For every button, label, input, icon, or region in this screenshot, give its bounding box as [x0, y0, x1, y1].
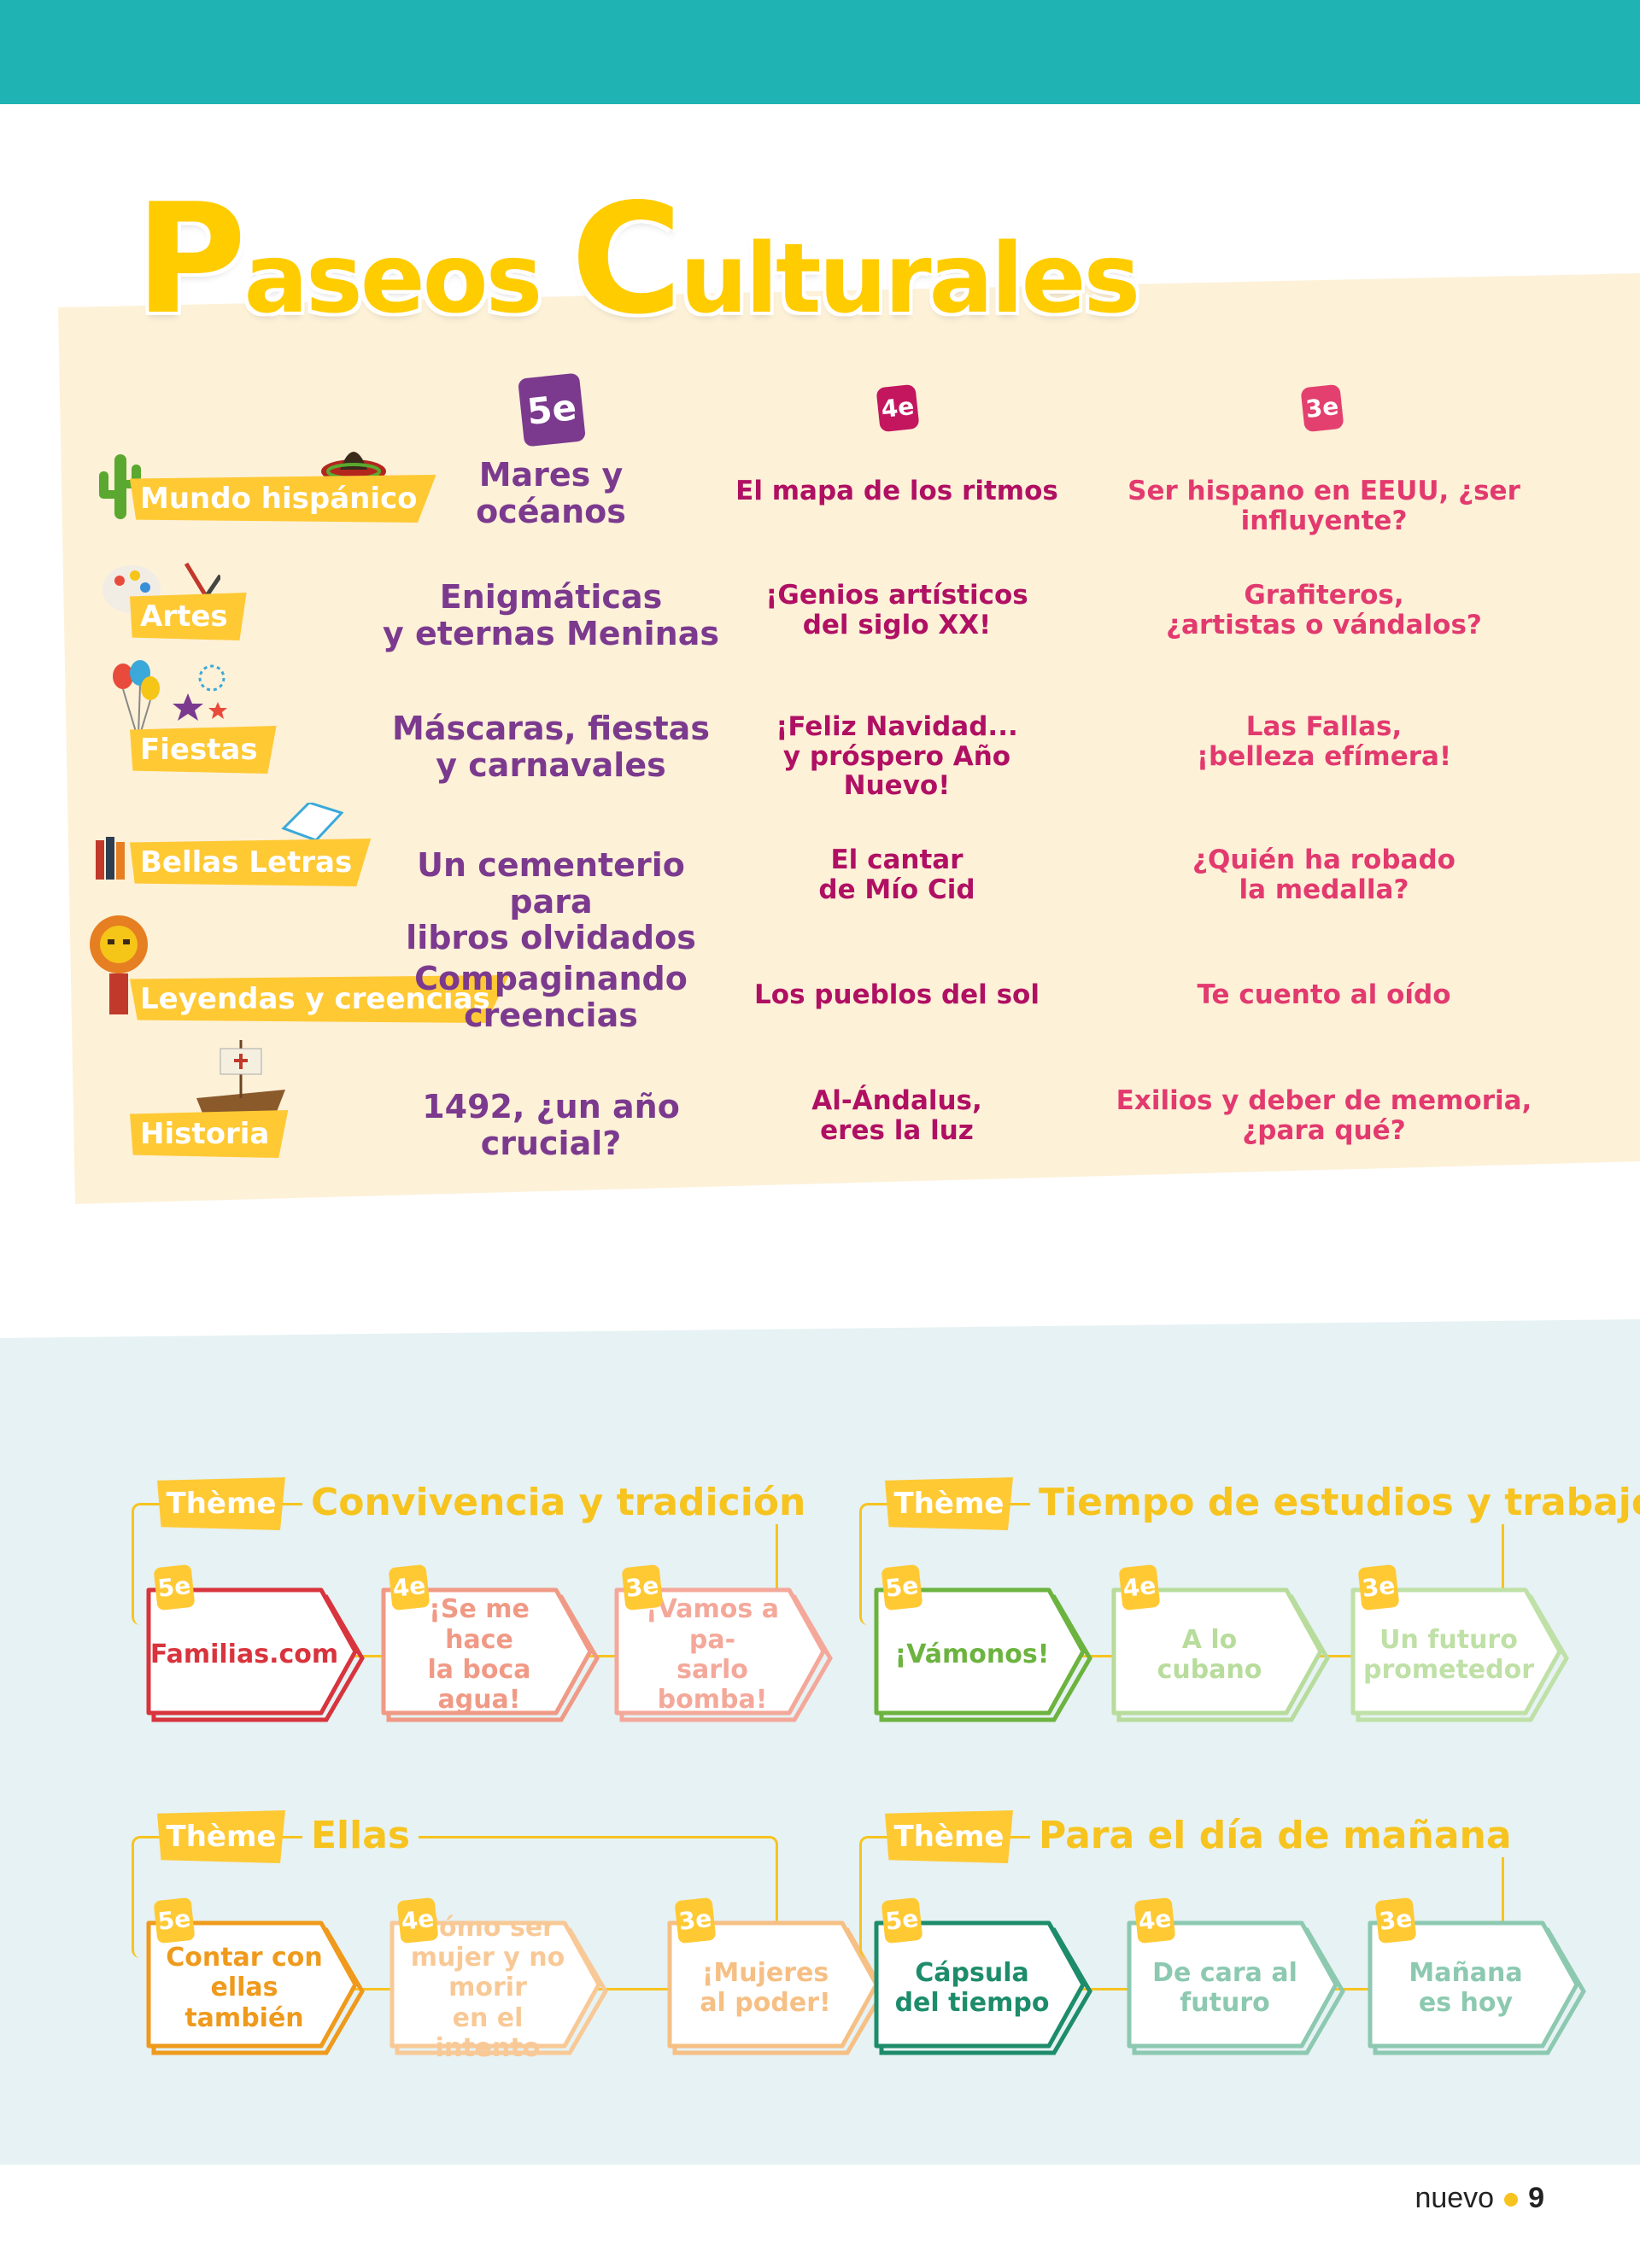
theme-title: Tiempo de estudios y trabajo: [1030, 1481, 1640, 1524]
chapter-title: Un futuro prometedor: [1362, 1624, 1535, 1685]
theme-tag-th-me-3: Thème 3: [885, 1477, 1013, 1530]
chapter-title: ¡Vamos a pa- sarlo bomba!: [646, 1594, 779, 1716]
cell-3e-mundo-hispanico: Ser hispano en EEUU, ¿ser influyente?: [1128, 476, 1520, 536]
chapter-box[interactable]: Contar con ellas también 5e: [145, 1897, 366, 2056]
chapter-box[interactable]: ¡Mujeres al poder! 3e: [666, 1897, 887, 2056]
cell-5e-leyendas-y-creencias: Compaginando creencias: [414, 960, 688, 1034]
theme-tag-th-me-2: Thème 2: [157, 1477, 285, 1530]
chapter-level-badge: 4e: [396, 1897, 439, 1944]
page-number: 9: [1528, 2182, 1544, 2214]
chapter-title: ¡Se me hace la boca agua!: [427, 1594, 531, 1716]
chapter-title: ¡Vámonos!: [894, 1640, 1050, 1670]
theme-tag-th-me-7: Thème 7: [885, 1810, 1013, 1863]
chapter-level-badge: 5e: [153, 1564, 196, 1611]
cell-4e-bellas-letras: El cantar de Mío Cid: [818, 845, 975, 905]
cell-5e-mundo-hispanico: Mares y océanos: [476, 456, 626, 530]
cell-4e-fiestas: ¡Feliz Navidad... y próspero Año Nuevo!: [776, 711, 1018, 802]
chapter-title: ¡Mujeres al poder!: [700, 1957, 831, 2018]
category-fiestas: Fiestas: [130, 726, 277, 774]
top-band: [0, 0, 1640, 104]
chapter-level-badge: 4e: [1133, 1897, 1176, 1944]
chapter-level-badge: 3e: [1374, 1897, 1417, 1944]
cell-4e-historia: Al-Ándalus, eres la luz: [811, 1085, 982, 1146]
cell-3e-fiestas: Las Fallas, ¡belleza efímera!: [1196, 711, 1452, 772]
theme-title: Ellas: [302, 1814, 419, 1857]
cell-4e-leyendas-y-creencias: Los pueblos del sol: [754, 979, 1040, 1010]
chapter-title: Familias.com: [149, 1640, 339, 1670]
chapter-level-badge: 5e: [153, 1897, 196, 1944]
chapter-box[interactable]: De cara al futuro 4e: [1126, 1897, 1346, 2056]
footer-brand: nuevo: [1414, 2182, 1495, 2214]
cell-3e-bellas-letras: ¿Quién ha robado la medalla?: [1192, 845, 1456, 905]
chapter-box[interactable]: A lo cubano 4e: [1110, 1564, 1331, 1723]
chapter-level-badge: 5e: [881, 1564, 923, 1611]
chapter-title: Cómo ser mujer y no morir en el intento: [410, 1912, 565, 2064]
cell-5e-historia: 1492, ¿un año crucial?: [422, 1088, 680, 1162]
cell-3e-leyendas-y-creencias: Te cuento al oído: [1197, 979, 1451, 1010]
chapter-level-badge: 3e: [674, 1897, 717, 1944]
chapter-box[interactable]: Cápsula del tiempo 5e: [873, 1897, 1093, 2056]
chapter-title: Mañana es hoy: [1409, 1957, 1523, 2018]
cell-3e-historia: Exilios y deber de memoria, ¿para qué?: [1116, 1085, 1532, 1146]
chapter-box[interactable]: Un futuro prometedor 3e: [1350, 1564, 1570, 1723]
cell-5e-bellas-letras: Un cementerio para libros olvidados: [406, 846, 696, 957]
chapter-title: Contar con ellas también: [166, 1942, 323, 2033]
balloons-fireworks-icon: [113, 660, 227, 735]
category-artes: Artes: [130, 593, 247, 640]
chapter-level-badge: 4e: [1118, 1564, 1161, 1611]
chapter-level-badge: 4e: [388, 1564, 430, 1611]
chapter-title: Cápsula del tiempo: [894, 1957, 1050, 2018]
chapter-level-badge: 3e: [1357, 1564, 1400, 1611]
cell-3e-artes: Grafiteros, ¿artistas o vándalos?: [1166, 580, 1482, 640]
category-bellas-letras: Bellas Letras: [130, 839, 372, 886]
chapter-title: De cara al futuro: [1152, 1957, 1297, 2018]
chapter-box[interactable]: Familias.com 5e: [145, 1564, 366, 1723]
level-badge-5e: 5e: [518, 372, 586, 447]
chapter-box[interactable]: ¡Se me hace la boca agua! 4e: [380, 1564, 600, 1723]
page-footer: nuevo 9: [1414, 2182, 1544, 2215]
chapter-level-badge: 3e: [621, 1564, 664, 1611]
cell-5e-artes: Enigmáticas y eternas Meninas: [383, 578, 719, 652]
cell-4e-mundo-hispanico: El mapa de los ritmos: [735, 476, 1058, 506]
chapter-box[interactable]: Cómo ser mujer y no morir en el intento 4…: [389, 1897, 609, 2064]
level-badge-3e: 3e: [1300, 383, 1344, 433]
cell-4e-artes: ¡Genios artísticos del siglo XX!: [765, 580, 1028, 640]
theme-title: Para el día de mañana: [1030, 1814, 1520, 1857]
footer-dot: [1504, 2193, 1519, 2207]
chapter-box[interactable]: ¡Vamos a pa- sarlo bomba! 3e: [613, 1564, 834, 1723]
chapter-title: A lo cubano: [1157, 1624, 1262, 1685]
level-badge-4e: 4e: [876, 383, 920, 433]
chapter-box[interactable]: Mañana es hoy 3e: [1367, 1897, 1587, 2056]
chapter-box[interactable]: ¡Vámonos! 5e: [873, 1564, 1093, 1723]
theme-title: Convivencia y tradición: [302, 1481, 815, 1524]
page-title: Paseos Culturales: [135, 171, 1140, 348]
theme-tag-th-me-6: Thème 6: [157, 1810, 285, 1863]
category-historia: Historia: [130, 1110, 289, 1158]
cell-5e-fiestas: Máscaras, fiestas y carnavales: [392, 710, 710, 784]
chapter-level-badge: 5e: [881, 1897, 923, 1944]
